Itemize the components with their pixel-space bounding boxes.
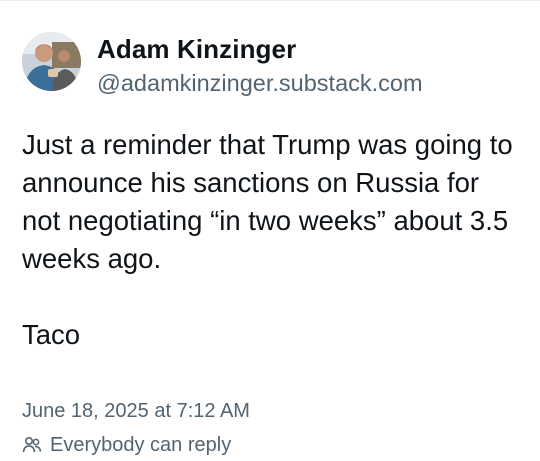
- author-display-name[interactable]: Adam Kinzinger: [97, 33, 423, 65]
- post-body: Just a reminder that Trump was going to …: [22, 126, 522, 354]
- post-paragraph: Just a reminder that Trump was going to …: [22, 129, 513, 274]
- post-paragraph: Taco: [22, 319, 81, 350]
- top-divider: [0, 0, 540, 1]
- avatar[interactable]: [22, 32, 81, 91]
- post: Adam Kinzinger @adamkinzinger.substack.c…: [22, 32, 532, 354]
- post-header: Adam Kinzinger @adamkinzinger.substack.c…: [22, 32, 532, 98]
- reply-setting-label: Everybody can reply: [50, 433, 232, 456]
- reply-setting: Everybody can reply: [22, 432, 231, 458]
- people-icon: [22, 435, 42, 455]
- profile-photo-icon: [22, 32, 81, 91]
- author-handle[interactable]: @adamkinzinger.substack.com: [97, 68, 423, 98]
- post-timestamp[interactable]: June 18, 2025 at 7:12 AM: [22, 398, 250, 424]
- author-meta: Adam Kinzinger @adamkinzinger.substack.c…: [97, 32, 423, 98]
